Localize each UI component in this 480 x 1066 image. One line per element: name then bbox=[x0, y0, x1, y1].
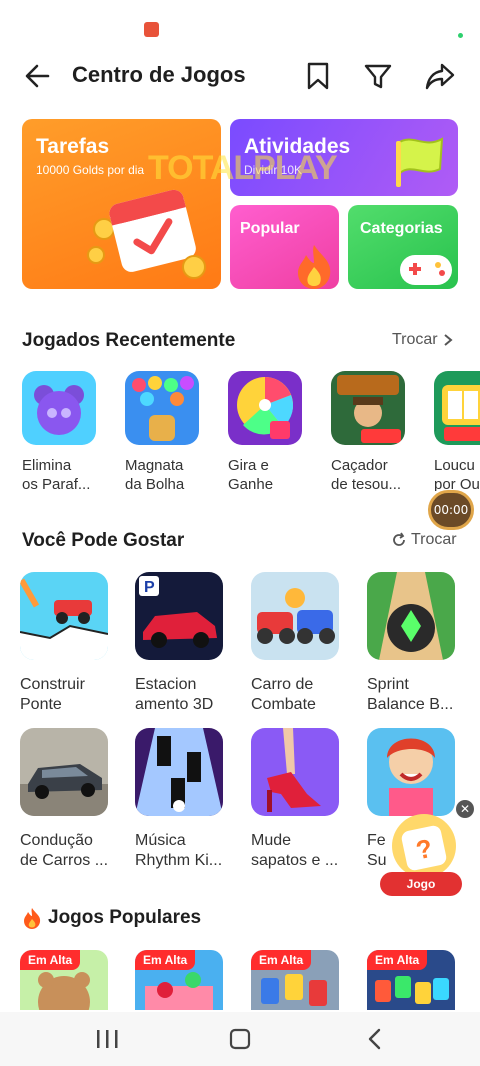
floating-game-label: Jogo bbox=[380, 872, 462, 896]
calendar-icon bbox=[87, 189, 206, 279]
list-item[interactable]: P Estacion amento 3D bbox=[135, 572, 233, 715]
suggest-swap-link[interactable]: Trocar bbox=[391, 531, 457, 549]
categorias-card[interactable]: Categorias bbox=[348, 205, 458, 289]
list-item[interactable]: Gira e Ganhe bbox=[228, 371, 308, 491]
list-item[interactable]: Condução de Carros ... bbox=[20, 728, 118, 871]
game-thumb-piano-icon bbox=[135, 728, 223, 816]
filter-icon[interactable] bbox=[360, 58, 396, 94]
recent-section-title: Jogados Recentemente bbox=[22, 330, 236, 351]
game-label: Construir Ponte bbox=[20, 676, 85, 713]
game-label: Mude sapatos e ... bbox=[251, 832, 339, 869]
svg-text:P: P bbox=[144, 579, 155, 596]
game-label: Caçador de tesou... bbox=[331, 457, 402, 491]
popular-title: Popular bbox=[240, 220, 300, 237]
game-thumb-screw-icon bbox=[22, 371, 96, 445]
recent-swap-link[interactable]: Trocar bbox=[392, 331, 454, 349]
game-thumb-parking-icon: P bbox=[135, 572, 223, 660]
suggest-row-1: Construir Ponte P Estacion amento 3D Car… bbox=[18, 572, 480, 722]
recent-games-row: Elimina os Paraf... Magnata da Bolha Gir… bbox=[22, 371, 480, 491]
fire-icon bbox=[298, 245, 331, 289]
game-thumb-combat-car-icon bbox=[251, 572, 339, 660]
game-label: Magnata da Bolha bbox=[125, 457, 185, 491]
game-thumb-shoes-icon bbox=[251, 728, 339, 816]
game-label: Gira e Ganhe bbox=[228, 457, 274, 491]
game-thumb-driving-icon bbox=[20, 728, 108, 816]
watermark: TOTALPLAY bbox=[148, 149, 338, 187]
list-item[interactable]: Loucu por Ou bbox=[434, 371, 480, 491]
recent-apps-icon[interactable] bbox=[92, 1026, 122, 1052]
flag-icon bbox=[396, 137, 444, 187]
refresh-icon bbox=[393, 532, 405, 546]
suggest-section-title: Você Pode Gostar bbox=[22, 530, 185, 551]
trending-badge: Em Alta bbox=[135, 950, 196, 970]
popular-games-row: Em Alta Em Alta Em Alta Em Alta bbox=[20, 950, 480, 1010]
game-label: Condução de Carros ... bbox=[20, 832, 109, 869]
floating-game-widget[interactable]: ✕ ? Jogo bbox=[380, 800, 474, 900]
game-thumb-bridge-icon bbox=[18, 572, 109, 660]
game-label: Sprint Balance B... bbox=[367, 676, 454, 713]
list-item[interactable]: Elimina os Paraf... bbox=[22, 371, 102, 491]
top-app-bar: Centro de Jogos bbox=[0, 52, 480, 100]
bookmark-icon[interactable] bbox=[300, 58, 336, 94]
list-item[interactable]: Em Alta bbox=[251, 950, 339, 1010]
game-label: Elimina os Paraf... bbox=[22, 457, 91, 491]
tarefas-title: Tarefas bbox=[36, 135, 110, 158]
page-title: Centro de Jogos bbox=[72, 62, 246, 87]
game-label: Loucu por Ou bbox=[434, 457, 480, 491]
game-label: Carro de Combate bbox=[251, 676, 316, 713]
notification-app-icon bbox=[144, 22, 159, 37]
list-item[interactable]: Mude sapatos e ... bbox=[251, 728, 349, 871]
timer-text: 00:00 bbox=[433, 503, 469, 517]
tarefas-card[interactable]: Tarefas 10000 Golds por dia bbox=[22, 119, 221, 289]
home-icon[interactable] bbox=[225, 1026, 255, 1052]
list-item[interactable]: Caçador de tesou... bbox=[331, 371, 411, 491]
dice-icon: ? bbox=[392, 814, 456, 878]
game-label: Estacion amento 3D bbox=[135, 676, 214, 713]
game-thumb-slot-icon bbox=[434, 371, 480, 445]
popular-section-title: Jogos Populares bbox=[48, 907, 202, 928]
list-item[interactable]: Em Alta bbox=[367, 950, 455, 1010]
recent-swap-label: Trocar bbox=[392, 331, 438, 348]
suggest-swap-label: Trocar bbox=[411, 531, 457, 548]
feature-banners: Tarefas 10000 Golds por dia Atividades D… bbox=[22, 119, 458, 289]
back-icon[interactable] bbox=[360, 1026, 390, 1052]
game-thumb-bubble-icon bbox=[125, 371, 199, 445]
trending-badge: Em Alta bbox=[367, 950, 428, 970]
list-item[interactable]: Carro de Combate bbox=[251, 572, 349, 715]
status-bar bbox=[0, 0, 480, 52]
system-nav-bar bbox=[0, 1012, 480, 1066]
game-thumb-treasure-icon bbox=[331, 371, 405, 445]
status-dot-icon bbox=[458, 33, 463, 38]
list-item[interactable]: Em Alta bbox=[135, 950, 223, 1010]
tarefas-subtitle: 10000 Golds por dia bbox=[36, 163, 145, 177]
list-item[interactable]: Magnata da Bolha bbox=[125, 371, 205, 491]
game-thumb-ball-icon bbox=[367, 572, 455, 660]
back-arrow-icon[interactable] bbox=[20, 58, 56, 94]
game-label: Música Rhythm Ki... bbox=[135, 832, 223, 869]
trending-badge: Em Alta bbox=[251, 950, 312, 970]
list-item[interactable]: Sprint Balance B... bbox=[367, 572, 465, 715]
list-item[interactable]: Música Rhythm Ki... bbox=[135, 728, 233, 871]
trending-badge: Em Alta bbox=[20, 950, 81, 970]
chevron-right-icon bbox=[444, 334, 453, 346]
share-icon[interactable] bbox=[422, 58, 458, 94]
timer-bubble[interactable]: 00:00 bbox=[428, 490, 474, 530]
fire-icon bbox=[24, 908, 41, 929]
gamepad-icon bbox=[400, 255, 452, 285]
popular-card[interactable]: Popular bbox=[230, 205, 339, 289]
game-thumb-wheel-icon bbox=[228, 371, 302, 445]
popular-section-header: Jogos Populares bbox=[22, 907, 201, 929]
categorias-title: Categorias bbox=[360, 220, 443, 237]
list-item[interactable]: Construir Ponte bbox=[18, 572, 118, 715]
list-item[interactable]: Em Alta bbox=[20, 950, 108, 1010]
